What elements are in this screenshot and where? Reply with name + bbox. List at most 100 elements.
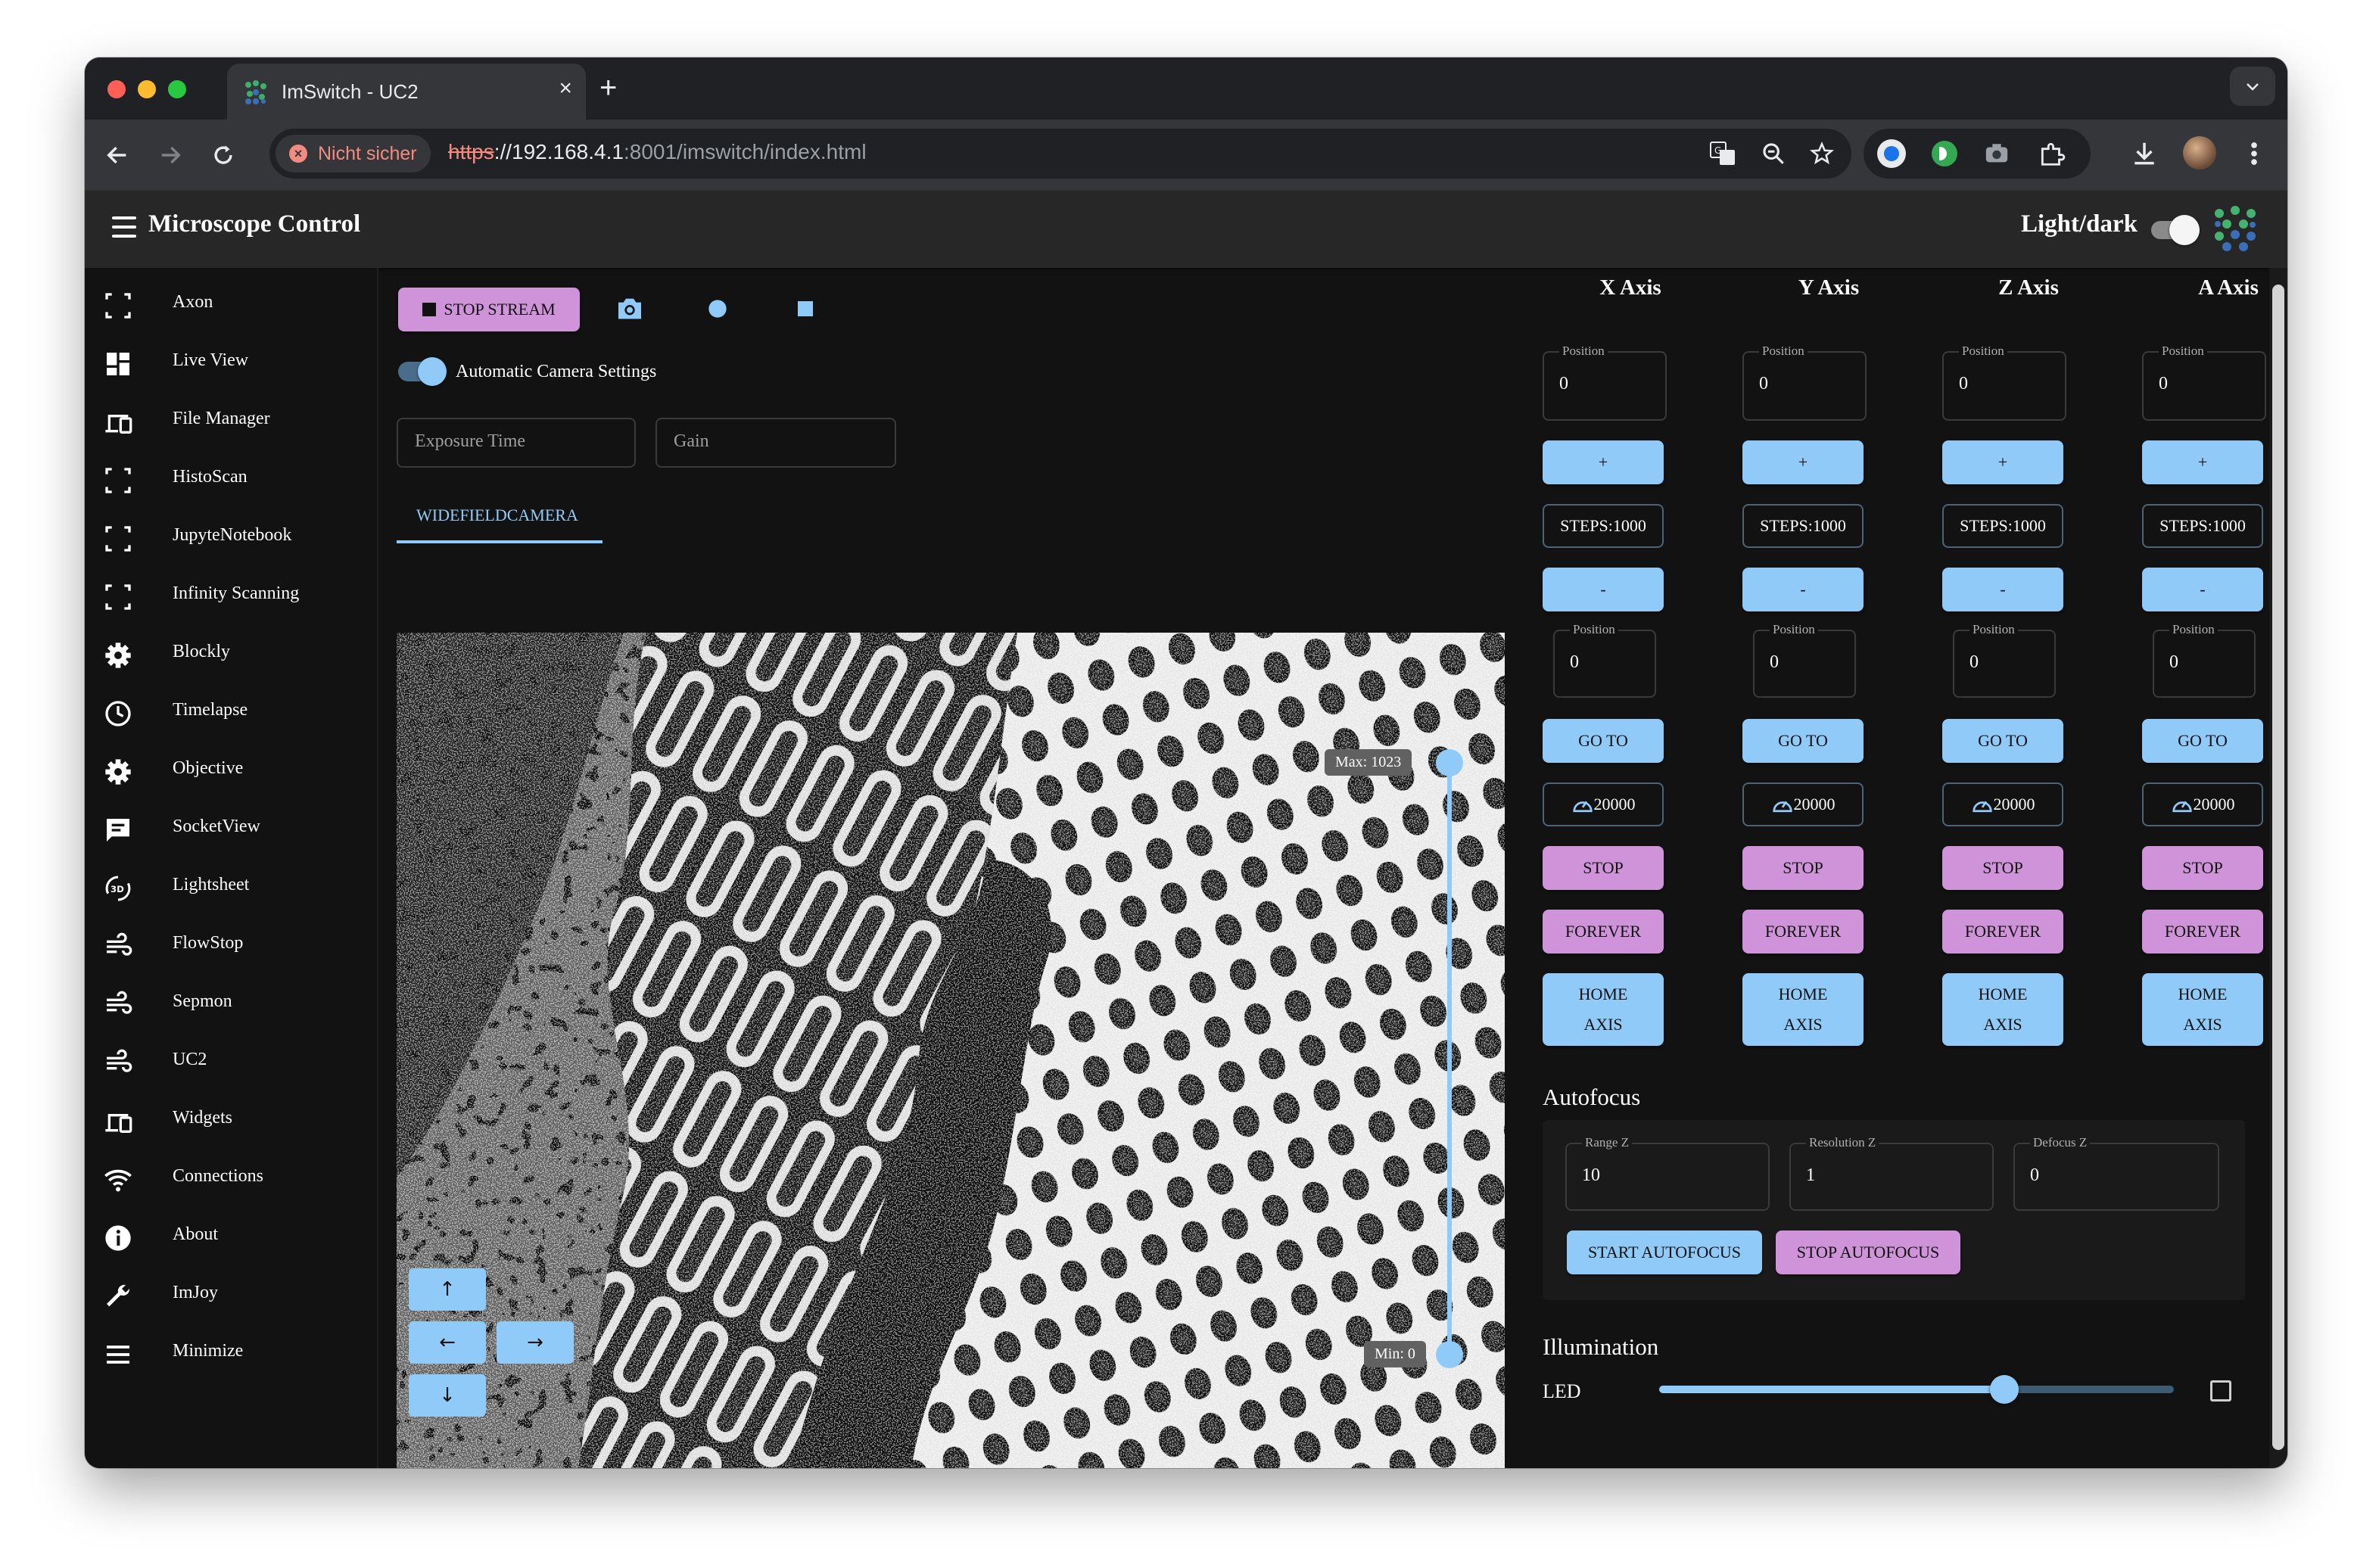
led-slider[interactable] (1659, 1375, 2174, 1404)
steps-button[interactable]: STEPS:1000 (1543, 504, 1664, 548)
back-icon[interactable] (104, 142, 130, 168)
live-camera-view[interactable]: Max: 1023 Min: 0 ↑ ← → ↓ (397, 633, 1505, 1468)
start-autofocus-button[interactable]: START AUTOFOCUS (1567, 1230, 1762, 1274)
camera-extension-icon[interactable] (1983, 141, 2010, 166)
speed-button[interactable]: 20000 (1543, 782, 1664, 826)
sidebar-item-file-manager[interactable]: File Manager (85, 394, 377, 451)
sidebar-item-objective[interactable]: Objective (85, 743, 377, 801)
step-plus-button[interactable]: + (2142, 440, 2263, 484)
step-minus-button[interactable]: - (1942, 568, 2063, 611)
goto-position-field[interactable]: Position 0 (1753, 622, 1856, 698)
browser-menu-icon[interactable] (2247, 139, 2262, 168)
stop-stream-button[interactable]: STOP STREAM (398, 288, 580, 331)
step-plus-button[interactable]: + (1742, 440, 1864, 484)
step-minus-button[interactable]: - (2142, 568, 2263, 611)
speed-button[interactable]: 20000 (1742, 782, 1864, 826)
speed-button[interactable]: 20000 (2142, 782, 2263, 826)
sidebar-item-infinity-scanning[interactable]: Infinity Scanning (85, 568, 377, 626)
new-tab-button[interactable]: + (599, 71, 617, 105)
record-circle-icon[interactable] (702, 294, 733, 324)
download-icon[interactable] (2130, 139, 2159, 168)
extensions-puzzle-icon[interactable] (2038, 139, 2066, 168)
address-bar[interactable]: × Nicht sicher https://192.168.4.1:8001/… (269, 129, 1851, 179)
security-chip[interactable]: × Nicht sicher (276, 135, 431, 173)
sidebar-item-timelapse[interactable]: Timelapse (85, 685, 377, 742)
close-window-button[interactable] (107, 80, 126, 98)
auto-camera-toggle-switch[interactable] (418, 357, 447, 386)
stop-button[interactable]: STOP (2142, 846, 2263, 890)
move-right-button[interactable]: → (497, 1321, 574, 1364)
move-down-button[interactable]: ↓ (409, 1374, 486, 1417)
sidebar-item-uc2[interactable]: UC2 (85, 1034, 377, 1092)
position-field[interactable]: Position 0 (2142, 344, 2266, 421)
goto-position-field[interactable]: Position 0 (1553, 622, 1656, 698)
stop-record-square-icon[interactable] (790, 294, 820, 324)
sidebar-item-connections[interactable]: Connections (85, 1151, 377, 1209)
step-minus-button[interactable]: - (1543, 568, 1664, 611)
move-up-button[interactable]: ↑ (409, 1268, 486, 1311)
extension-1-icon[interactable] (1877, 139, 1906, 168)
sidebar-item-lightsheet[interactable]: 3D Lightsheet (85, 860, 377, 917)
goto-button[interactable]: GO TO (1543, 719, 1664, 763)
defocus-z-field[interactable]: Defocus Z 0 (2013, 1135, 2219, 1211)
range-max-thumb[interactable] (1436, 749, 1463, 776)
stop-button[interactable]: STOP (1942, 846, 2063, 890)
maximize-window-button[interactable] (168, 80, 186, 98)
position-field[interactable]: Position 0 (1543, 344, 1667, 421)
exposure-time-input[interactable]: Exposure Time (397, 418, 636, 468)
browser-tab[interactable]: ImSwitch - UC2 × (227, 64, 586, 120)
scrollbar-thumb[interactable] (2272, 285, 2284, 1450)
home-axis-button[interactable]: HOME AXIS (1942, 973, 2063, 1046)
theme-toggle-switch[interactable] (2169, 215, 2200, 245)
forward-icon[interactable] (157, 142, 183, 168)
forever-button[interactable]: FOREVER (2142, 910, 2263, 954)
minimize-window-button[interactable] (138, 80, 156, 98)
home-axis-button[interactable]: HOME AXIS (1543, 973, 1664, 1046)
bookmark-star-icon[interactable] (1809, 141, 1835, 166)
tab-close-icon[interactable]: × (559, 76, 572, 101)
profile-avatar[interactable] (2183, 136, 2216, 170)
sidebar-item-histoscan[interactable]: HistoScan (85, 452, 377, 509)
resolution-z-field[interactable]: Resolution Z 1 (1789, 1135, 1994, 1211)
display-range-slider-rail[interactable] (1447, 763, 1452, 1355)
extension-2-icon[interactable] (1932, 141, 1957, 166)
home-axis-button[interactable]: HOME AXIS (1742, 973, 1864, 1046)
step-minus-button[interactable]: - (1742, 568, 1864, 611)
goto-button[interactable]: GO TO (1742, 719, 1864, 763)
reload-icon[interactable] (210, 142, 236, 168)
led-enable-checkbox[interactable] (2210, 1380, 2231, 1402)
sidebar-item-jupytenotebook[interactable]: JupyteNotebook (85, 510, 377, 568)
sidebar-item-widgets[interactable]: Widgets (85, 1093, 377, 1150)
home-axis-button[interactable]: HOME AXIS (2142, 973, 2263, 1046)
speed-button[interactable]: 20000 (1942, 782, 2063, 826)
stop-autofocus-button[interactable]: STOP AUTOFOCUS (1776, 1230, 1960, 1274)
sidebar-item-minimize[interactable]: Minimize (85, 1326, 377, 1383)
sidebar-item-blockly[interactable]: Blockly (85, 627, 377, 684)
stop-button[interactable]: STOP (1742, 846, 1864, 890)
forever-button[interactable]: FOREVER (1942, 910, 2063, 954)
goto-button[interactable]: GO TO (1942, 719, 2063, 763)
step-plus-button[interactable]: + (1942, 440, 2063, 484)
led-slider-thumb[interactable] (1989, 1375, 2019, 1404)
gain-input[interactable]: Gain (655, 418, 896, 468)
forever-button[interactable]: FOREVER (1543, 910, 1664, 954)
goto-button[interactable]: GO TO (2142, 719, 2263, 763)
translate-icon[interactable]: G (1709, 141, 1736, 166)
forever-button[interactable]: FOREVER (1742, 910, 1864, 954)
zoom-icon[interactable] (1761, 141, 1786, 166)
position-field[interactable]: Position 0 (1942, 344, 2066, 421)
steps-button[interactable]: STEPS:1000 (1942, 504, 2063, 548)
sidebar-item-socketview[interactable]: SocketView (85, 801, 377, 859)
range-min-thumb[interactable] (1436, 1341, 1463, 1368)
sidebar-item-flowstop[interactable]: FlowStop (85, 918, 377, 975)
steps-button[interactable]: STEPS:1000 (2142, 504, 2263, 548)
steps-button[interactable]: STEPS:1000 (1742, 504, 1864, 548)
position-field[interactable]: Position 0 (1742, 344, 1867, 421)
range-z-field[interactable]: Range Z 10 (1565, 1135, 1770, 1211)
tab-search-button[interactable] (2230, 67, 2275, 106)
sidebar-item-sepmon[interactable]: Sepmon (85, 976, 377, 1034)
sidebar-item-live-view[interactable]: Live View (85, 335, 377, 393)
sidebar-item-axon[interactable]: Axon (85, 277, 377, 334)
goto-position-field[interactable]: Position 0 (2153, 622, 2256, 698)
sidebar-item-imjoy[interactable]: ImJoy (85, 1268, 377, 1325)
